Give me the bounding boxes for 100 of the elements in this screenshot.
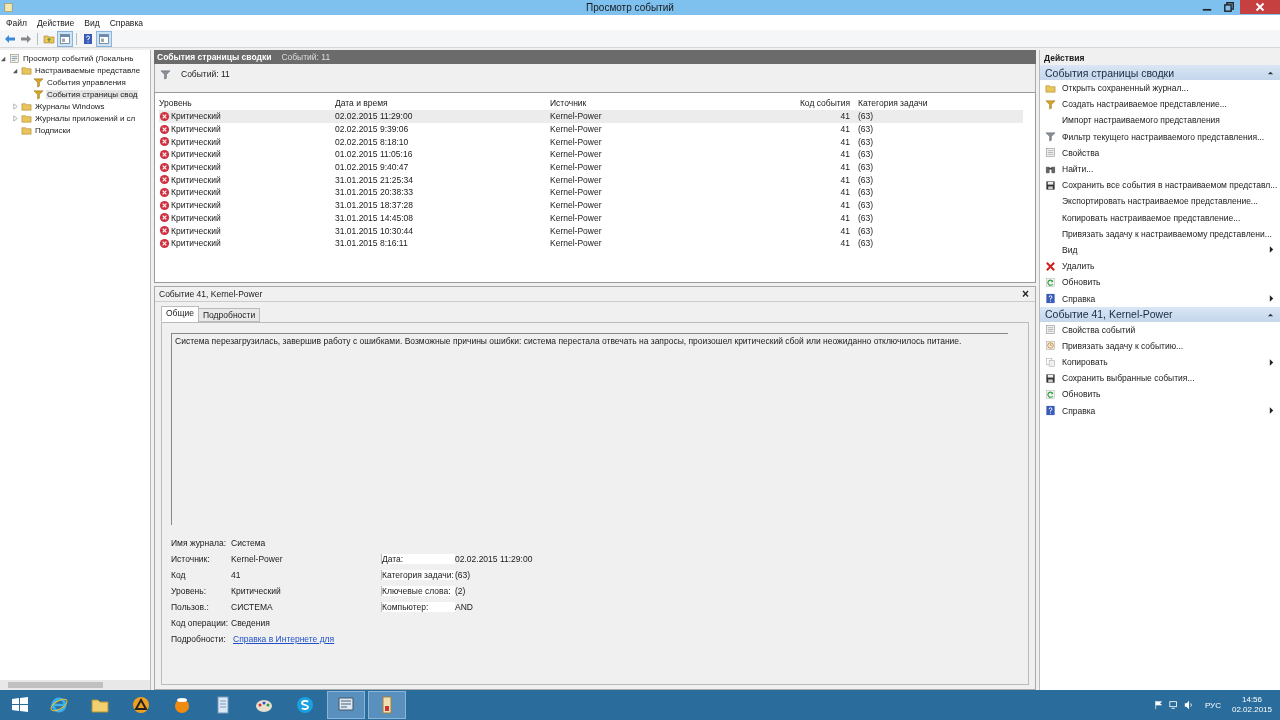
critical-error-icon: [159, 186, 170, 198]
event-row[interactable]: Критический 31.01.2015 21:25:34 Kernel-Power 41 (63): [159, 173, 1023, 187]
event-row[interactable]: Критический 02.02.2015 9:39:06 Kernel-Power 41 (63): [159, 122, 1023, 136]
action-item[interactable]: Привязать задачу к настраиваемому представлени...: [1062, 228, 1272, 239]
field-value: 41: [231, 570, 242, 580]
table-cell: Критический: [171, 111, 221, 122]
tree-item[interactable]: Настраиваемые представле: [34, 65, 142, 75]
filter-icon: [1045, 98, 1056, 110]
clock[interactable]: 14:56 02.02.2015: [1231, 695, 1272, 715]
section-title: Событие 41, Kernel-Power: [1045, 308, 1173, 321]
field-label: Код операции:: [171, 618, 230, 628]
properties-icon: [1045, 324, 1056, 336]
ball-icon: [172, 695, 192, 715]
tree-item[interactable]: Подписки: [34, 125, 72, 135]
action-item[interactable]: Сохранить все события в настраиваемом представл...: [1062, 180, 1278, 191]
table-cell-text: 41: [839, 200, 851, 211]
event-row[interactable]: Критический 02.02.2015 11:29:00 Kernel-Power 41 (63): [159, 110, 1023, 123]
help-icon[interactable]: [81, 31, 95, 46]
event-row[interactable]: Критический 31.01.2015 20:38:33 Kernel-Power 41 (63): [159, 186, 1023, 199]
table-cell-text: 01.02.2015 9:40:47: [335, 162, 410, 173]
tree-item[interactable]: Просмотр событий (Локальнь: [22, 53, 135, 63]
event-row[interactable]: Критический 01.02.2015 9:40:47 Kernel-Power 41 (63): [159, 160, 1023, 174]
action-item[interactable]: Создать настраиваемое представление...: [1062, 99, 1227, 110]
flag-icon[interactable]: [1153, 700, 1164, 710]
tab[interactable]: Общие: [161, 306, 199, 322]
action-item[interactable]: Свойства: [1062, 147, 1100, 158]
refresh-icon: [1045, 388, 1056, 400]
details-title: Событие 41, Kernel-Power: [159, 289, 263, 299]
action-item[interactable]: Найти...: [1062, 164, 1094, 175]
event-row[interactable]: Критический 02.02.2015 8:18:10 Kernel-Power 41 (63): [159, 135, 1023, 149]
action-item[interactable]: Справка: [1062, 405, 1096, 416]
column-header[interactable]: Код события: [730, 98, 858, 108]
task-icon: [1045, 340, 1056, 352]
event-row[interactable]: Критический 31.01.2015 18:37:28 Kernel-Power 41 (63): [159, 198, 1023, 212]
action-item[interactable]: Сохранить выбранные события...: [1062, 373, 1195, 384]
table-cell-text: 41: [839, 136, 851, 147]
section-header[interactable]: События страницы сводки: [1040, 65, 1280, 80]
action-item[interactable]: Импорт настраиваемого представления: [1062, 115, 1220, 126]
event-row[interactable]: Критический 31.01.2015 8:16:11 Kernel-Power 41 (63): [159, 236, 1023, 250]
show-pane-icon[interactable]: [58, 31, 72, 46]
speaker-icon[interactable]: [1183, 700, 1194, 710]
close-icon[interactable]: [1240, 0, 1280, 14]
tab[interactable]: Подробности: [197, 308, 261, 322]
folder-icon: [21, 124, 32, 136]
action-item[interactable]: Вид: [1062, 244, 1078, 255]
table-cell-text: 31.01.2015 20:38:33: [335, 187, 414, 198]
menu-item[interactable]: Вид: [80, 17, 104, 28]
critical-error-icon: [159, 161, 170, 173]
column-header[interactable]: Уровень: [159, 98, 335, 108]
action-item[interactable]: Копировать: [1062, 357, 1108, 368]
show-pane-icon[interactable]: [97, 31, 111, 46]
action-item[interactable]: Копировать настраиваемое представление...: [1062, 212, 1241, 223]
column-header[interactable]: Категория задачи: [858, 98, 978, 108]
filter-icon: [33, 76, 44, 88]
action-item[interactable]: Удалить: [1062, 261, 1095, 272]
help-icon: [1045, 405, 1056, 417]
column-header[interactable]: Дата и время: [335, 98, 550, 108]
table-cell: Критический: [171, 162, 221, 173]
field-label: Дата:: [381, 554, 455, 564]
action-item[interactable]: Справка: [1062, 293, 1096, 304]
table-cell-text: (63): [858, 174, 875, 185]
table-cell-text: (63): [858, 162, 875, 173]
tree-item[interactable]: События страницы свод: [46, 89, 139, 99]
menu-item[interactable]: Файл: [2, 17, 31, 28]
close-button[interactable]: ×: [1020, 288, 1031, 300]
table-cell-text: 41: [839, 187, 851, 198]
taskbar-app[interactable]: [327, 691, 365, 719]
critical-error-icon: [159, 225, 170, 237]
action-item[interactable]: Обновить: [1062, 277, 1101, 288]
event-row[interactable]: Критический 31.01.2015 10:30:44 Kernel-Power 41 (63): [159, 224, 1023, 237]
action-item[interactable]: Экспортировать настраиваемое представление...: [1062, 196, 1258, 207]
collapse-arrow-icon[interactable]: [1267, 69, 1274, 76]
folder-icon: [1045, 82, 1056, 94]
horizontal-scrollbar[interactable]: [0, 680, 150, 690]
filter-icon: [160, 69, 171, 80]
language-indicator[interactable]: РУС: [1204, 700, 1221, 710]
tree-item[interactable]: События управления: [46, 77, 127, 87]
network-icon[interactable]: [1168, 700, 1179, 710]
properties-icon: [1045, 147, 1056, 159]
event-row[interactable]: Критический 01.02.2015 11:05:16 Kernel-Power 41 (63): [159, 148, 1023, 161]
action-item[interactable]: Обновить: [1062, 389, 1101, 400]
table-cell-text: 41: [839, 238, 851, 249]
action-item[interactable]: Открыть сохраненный журнал...: [1062, 83, 1189, 94]
column-header[interactable]: Источник: [550, 98, 730, 108]
action-item[interactable]: Фильтр текущего настраиваемого представления...: [1062, 131, 1265, 142]
help-link[interactable]: Справка в Интернете для: [233, 634, 338, 644]
section-header[interactable]: Событие 41, Kernel-Power: [1040, 306, 1280, 322]
menu-item[interactable]: Справка: [105, 17, 148, 28]
action-item[interactable]: Свойства событий: [1062, 324, 1136, 335]
action-item[interactable]: Привязать задачу к событию...: [1062, 340, 1184, 351]
table-cell-text: 31.01.2015 10:30:44: [335, 225, 414, 236]
field-label: Имя журнала:: [171, 538, 228, 548]
table-cell: Критический: [171, 238, 221, 249]
event-viewer-icon: [9, 52, 20, 64]
event-description: Система перезагрузилась, завершив работу с ошибками. Возможные причины ошибки: система перестала отвечать на запросы, произошел критический сбой или неожиданно отключилось питание.: [175, 336, 962, 346]
help-icon: [1045, 293, 1056, 305]
menu-item[interactable]: Действие: [32, 17, 79, 28]
tree-item[interactable]: Журналы приложений и сл: [34, 113, 137, 123]
event-row[interactable]: Критический 31.01.2015 14:45:08 Kernel-Power 41 (63): [159, 211, 1023, 225]
tree-item[interactable]: Журналы Windows: [34, 101, 106, 111]
